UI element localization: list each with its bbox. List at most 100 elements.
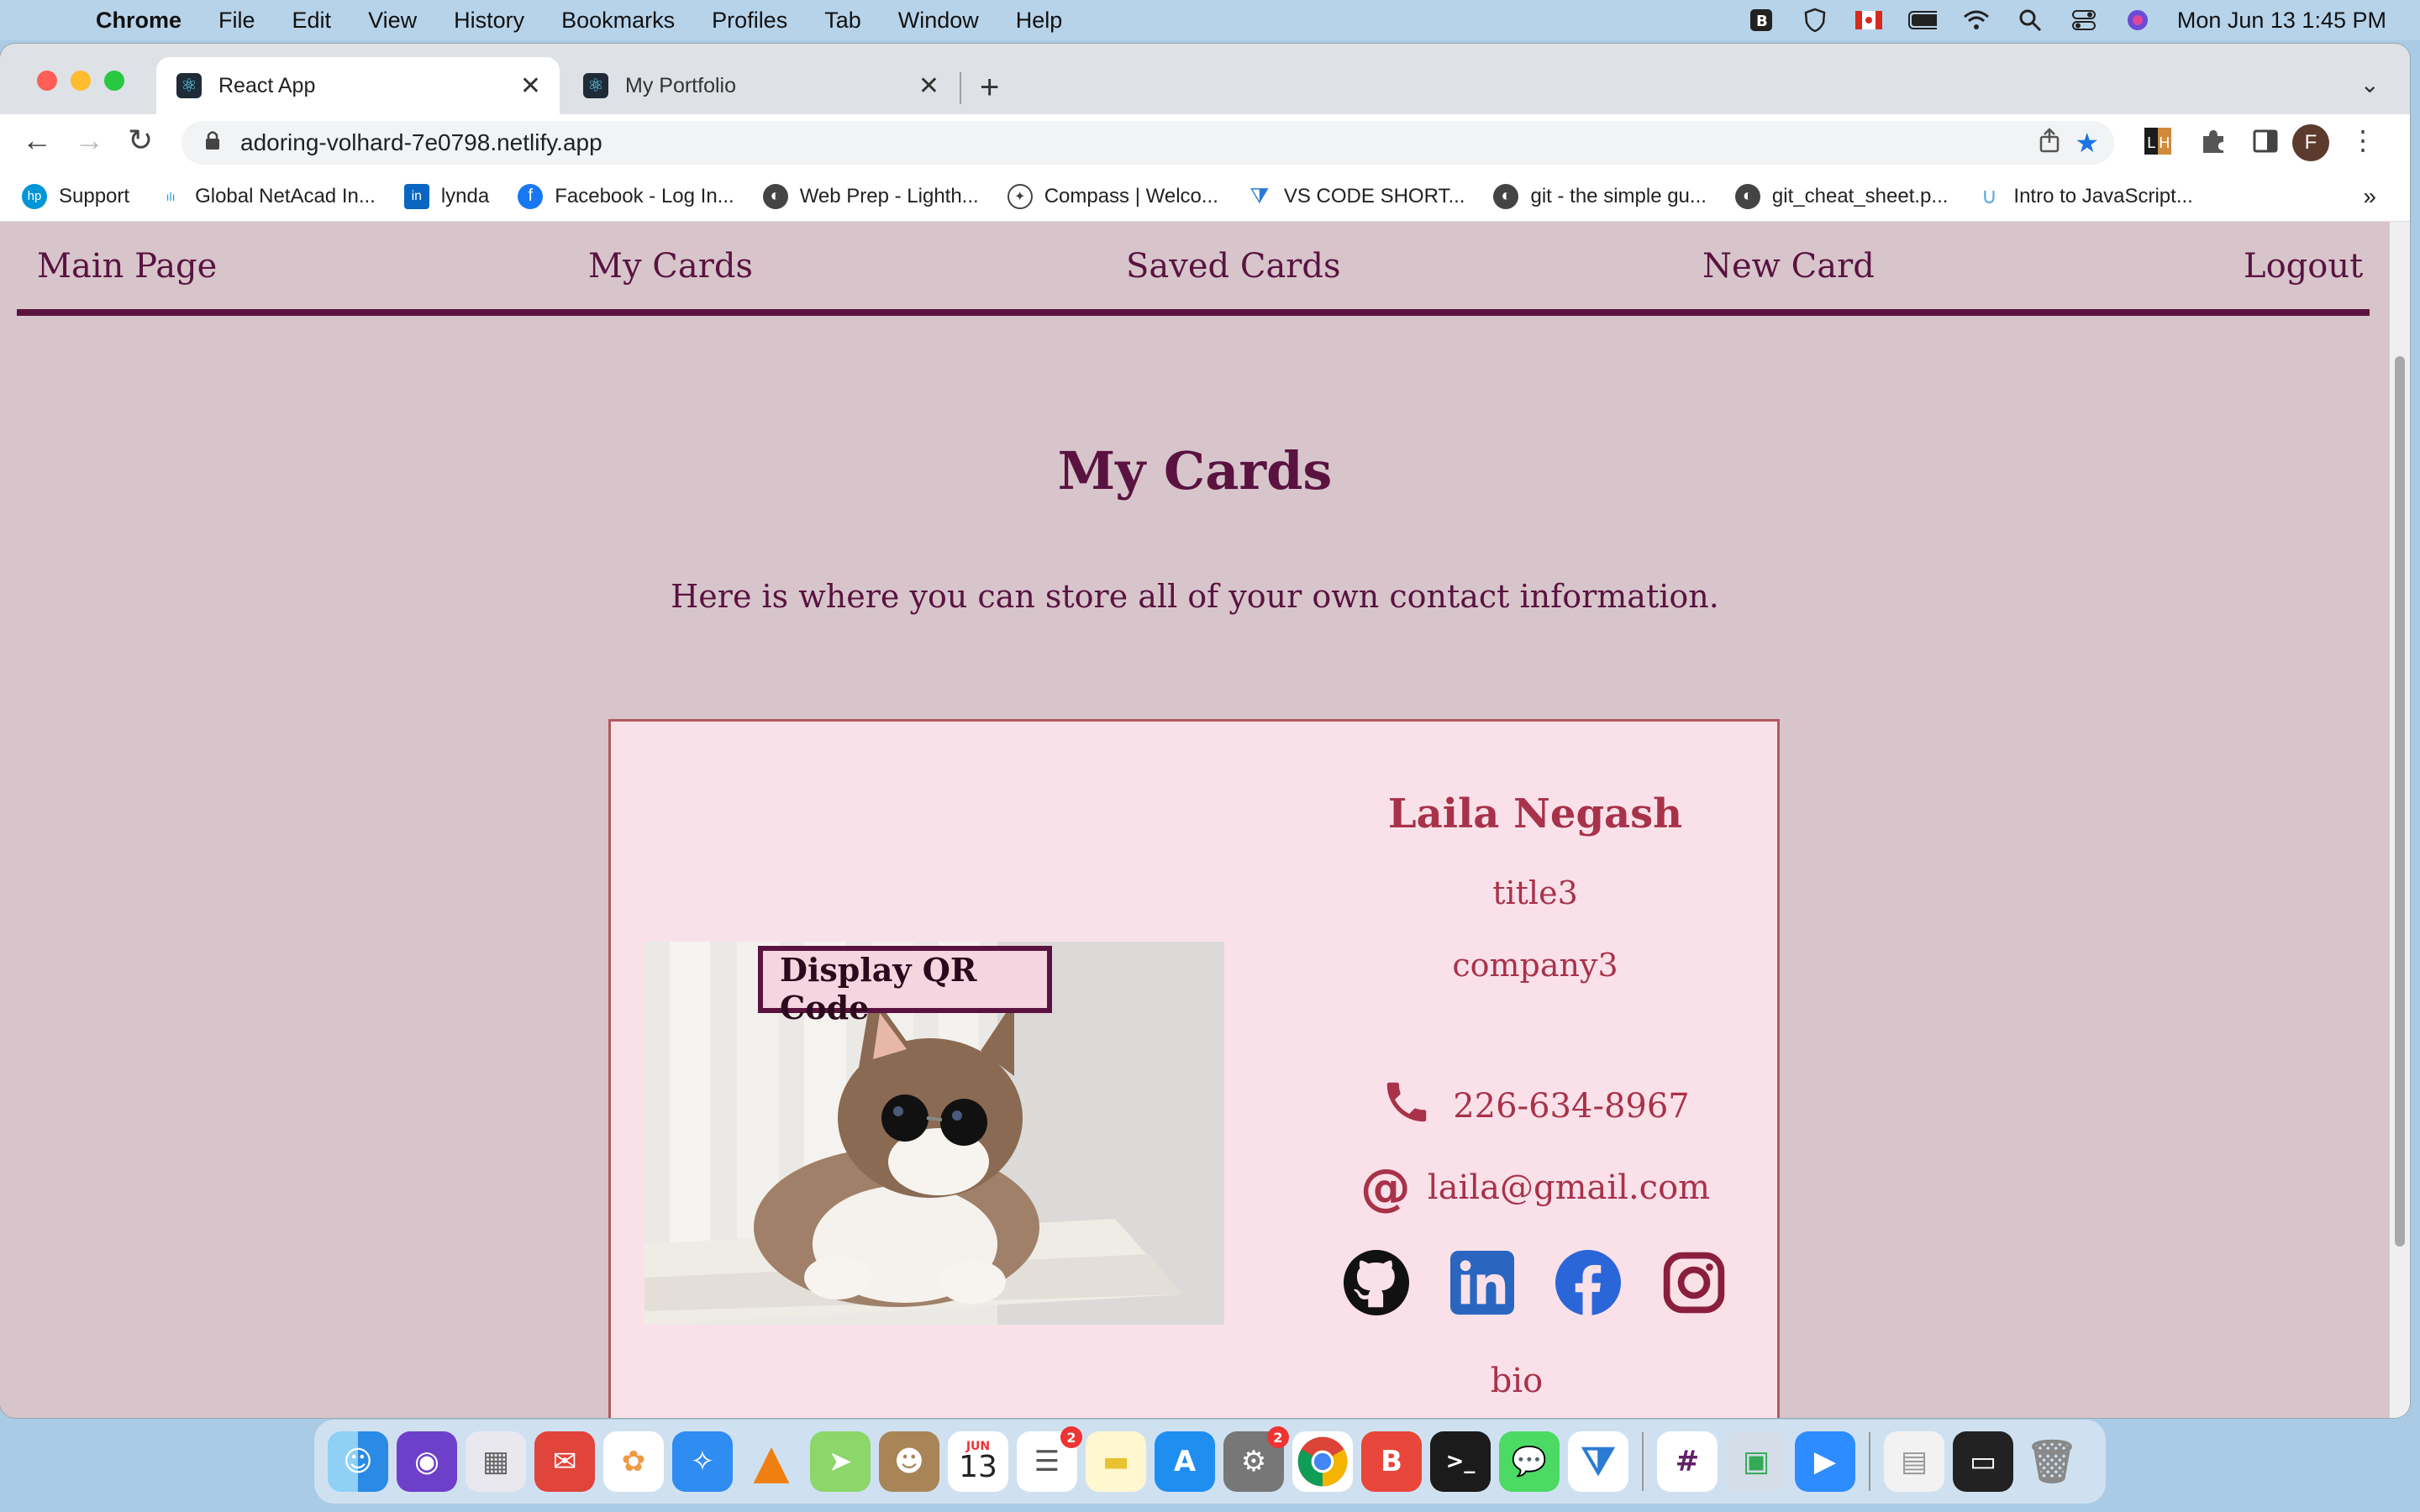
contact-company: company3 [1452, 947, 1618, 984]
launchpad-icon[interactable]: ▦ [466, 1431, 526, 1492]
nav-link-my-cards[interactable]: My Cards [588, 247, 753, 286]
spotlight-search-icon[interactable] [2016, 8, 2044, 32]
bookmark-support[interactable]: hp Support [22, 183, 129, 209]
contact-email[interactable]: laila@gmail.com [1428, 1168, 1710, 1207]
shield-icon[interactable] [1801, 8, 1829, 33]
github-icon[interactable] [1343, 1249, 1410, 1316]
nav-link-logout[interactable]: Logout [2244, 247, 2363, 286]
bookmark-git-cheat-sheet[interactable]: ◐ git_cheat_sheet.p... [1734, 183, 1949, 209]
url-text[interactable]: adoring-volhard-7e0798.netlify.app [240, 129, 602, 156]
menu-bookmarks[interactable]: Bookmarks [561, 8, 675, 34]
wifi-icon[interactable] [1962, 8, 1991, 32]
extensions-puzzle-icon[interactable] [2196, 124, 2230, 158]
profile-avatar[interactable]: F [2292, 124, 2329, 161]
bookmark-global-netacad[interactable]: ılı Global NetAcad In... [158, 184, 376, 209]
chrome-icon[interactable] [1292, 1431, 1353, 1492]
nav-link-new-card[interactable]: New Card [1702, 247, 1875, 286]
scrollbar-thumb[interactable] [2395, 356, 2405, 1247]
close-window-button[interactable] [37, 71, 57, 91]
at-sign-icon: @ [1360, 1158, 1411, 1217]
globe-icon: ◐ [1734, 183, 1760, 209]
bookmark-label: Web Prep - Lighth... [799, 184, 979, 207]
slack-icon[interactable]: # [1657, 1431, 1718, 1492]
tab-react-app[interactable]: ⚛ React App ✕ [156, 57, 560, 114]
close-tab-icon[interactable]: ✕ [520, 71, 541, 101]
svg-text:L: L [2147, 134, 2155, 152]
tab-search-chevron-icon[interactable]: ⌄ [2360, 71, 2380, 98]
control-center-icon[interactable] [2070, 8, 2098, 32]
brave-icon[interactable]: B [1361, 1431, 1422, 1492]
menu-history[interactable]: History [454, 8, 524, 34]
facebook-icon[interactable] [1555, 1249, 1622, 1316]
maps-icon[interactable]: ➤ [810, 1431, 871, 1492]
tab-separator [960, 72, 961, 104]
minimize-window-button[interactable] [71, 71, 91, 91]
bookmark-vscode[interactable]: ⧩ VS CODE SHORT... [1247, 183, 1465, 209]
document-icon[interactable]: ▤ [1884, 1431, 1944, 1492]
contact-phone[interactable]: 226-634-8967 [1453, 1087, 1690, 1126]
notes-icon[interactable]: ▬ [1086, 1431, 1146, 1492]
page-scrollbar[interactable] [2390, 222, 2410, 1418]
contacts-icon[interactable]: ☻ [879, 1431, 939, 1492]
menu-view[interactable]: View [368, 8, 417, 34]
bookmark-compass[interactable]: ✦ Compass | Welco... [1007, 183, 1218, 209]
bookmark-git-simple-guide[interactable]: ◐ git - the simple gu... [1493, 183, 1707, 209]
trash-icon[interactable]: 🗑 [2022, 1431, 2082, 1492]
vlc-icon[interactable]: ▲ [741, 1431, 802, 1492]
zoom-icon[interactable]: ▶ [1795, 1431, 1855, 1492]
screenshot-icon[interactable]: ▭ [1953, 1431, 2013, 1492]
contact-name: Laila Negash [1387, 790, 1683, 837]
nav-link-main-page[interactable]: Main Page [37, 247, 217, 286]
side-panel-icon[interactable] [2249, 124, 2282, 158]
share-icon[interactable] [2039, 127, 2060, 159]
extension-lh-icon[interactable]: LH [2141, 124, 2175, 158]
vscode-icon[interactable]: ⧩ [1568, 1431, 1628, 1492]
terminal-icon[interactable]: >_ [1430, 1431, 1491, 1492]
menubar-clock[interactable]: Mon Jun 13 1:45 PM [2177, 8, 2386, 34]
more-bookmarks-icon[interactable]: » [2363, 183, 2376, 210]
reload-icon[interactable]: ↻ [128, 123, 153, 158]
menu-app-chrome[interactable]: Chrome [96, 8, 182, 34]
menu-window[interactable]: Window [898, 8, 979, 34]
bookmark-lynda[interactable]: in lynda [403, 183, 489, 209]
linkedin-icon[interactable] [1449, 1249, 1516, 1316]
nav-link-saved-cards[interactable]: Saved Cards [1126, 247, 1341, 286]
photos-icon[interactable]: ✿ [603, 1431, 664, 1492]
bookmark-star-icon[interactable]: ★ [2075, 127, 2099, 159]
new-tab-button[interactable]: + [980, 69, 999, 107]
bookmark-label: git_cheat_sheet.p... [1771, 184, 1949, 207]
battery-icon[interactable] [1907, 8, 1937, 32]
chrome-menu-icon[interactable]: ⋮ [2349, 124, 2376, 156]
tab-my-portfolio[interactable]: ⚛ My Portfolio ✕ [563, 57, 958, 114]
address-bar[interactable]: adoring-volhard-7e0798.netlify.app ★ [182, 121, 2114, 165]
safari-icon[interactable]: ✧ [672, 1431, 733, 1492]
menu-tab[interactable]: Tab [824, 8, 861, 34]
lock-icon[interactable] [205, 130, 220, 156]
bookmark-web-prep[interactable]: ◐ Web Prep - Lighth... [762, 183, 979, 209]
bookmark-facebook[interactable]: f Facebook - Log In... [518, 183, 734, 209]
preview-icon[interactable]: ▣ [1726, 1431, 1786, 1492]
calendar-icon[interactable]: JUN 13 [948, 1431, 1008, 1492]
instagram-icon[interactable] [1660, 1249, 1728, 1316]
reminders-icon[interactable]: ☰ 2 [1017, 1426, 1082, 1492]
messages-icon[interactable]: 💬 [1499, 1431, 1560, 1492]
back-arrow-icon[interactable]: ← [22, 123, 52, 158]
app-store-icon[interactable]: A [1155, 1431, 1215, 1492]
menu-help[interactable]: Help [1016, 8, 1063, 34]
mail-icon[interactable]: ✉ [534, 1431, 595, 1492]
menu-profiles[interactable]: Profiles [712, 8, 787, 34]
display-qr-code-button[interactable]: Display QR Code [758, 946, 1052, 1026]
siri-icon[interactable] [2123, 8, 2152, 32]
zoom-window-button[interactable] [104, 71, 124, 91]
finder-icon[interactable]: ☺ [328, 1431, 388, 1492]
bookmark-intro-javascript[interactable]: ∪ Intro to JavaScript... [1976, 183, 2193, 209]
canada-flag-icon[interactable] [1854, 8, 1883, 32]
menu-edit[interactable]: Edit [292, 8, 332, 34]
brave-b-icon[interactable]: B [1747, 8, 1776, 32]
system-preferences-icon[interactable]: ⚙ 2 [1223, 1426, 1289, 1492]
forward-arrow-icon[interactable]: → [74, 123, 104, 158]
svg-text:H: H [2159, 134, 2170, 152]
close-tab-icon[interactable]: ✕ [918, 71, 939, 101]
menu-file[interactable]: File [218, 8, 255, 34]
github-desktop-icon[interactable]: ◉ [397, 1431, 457, 1492]
